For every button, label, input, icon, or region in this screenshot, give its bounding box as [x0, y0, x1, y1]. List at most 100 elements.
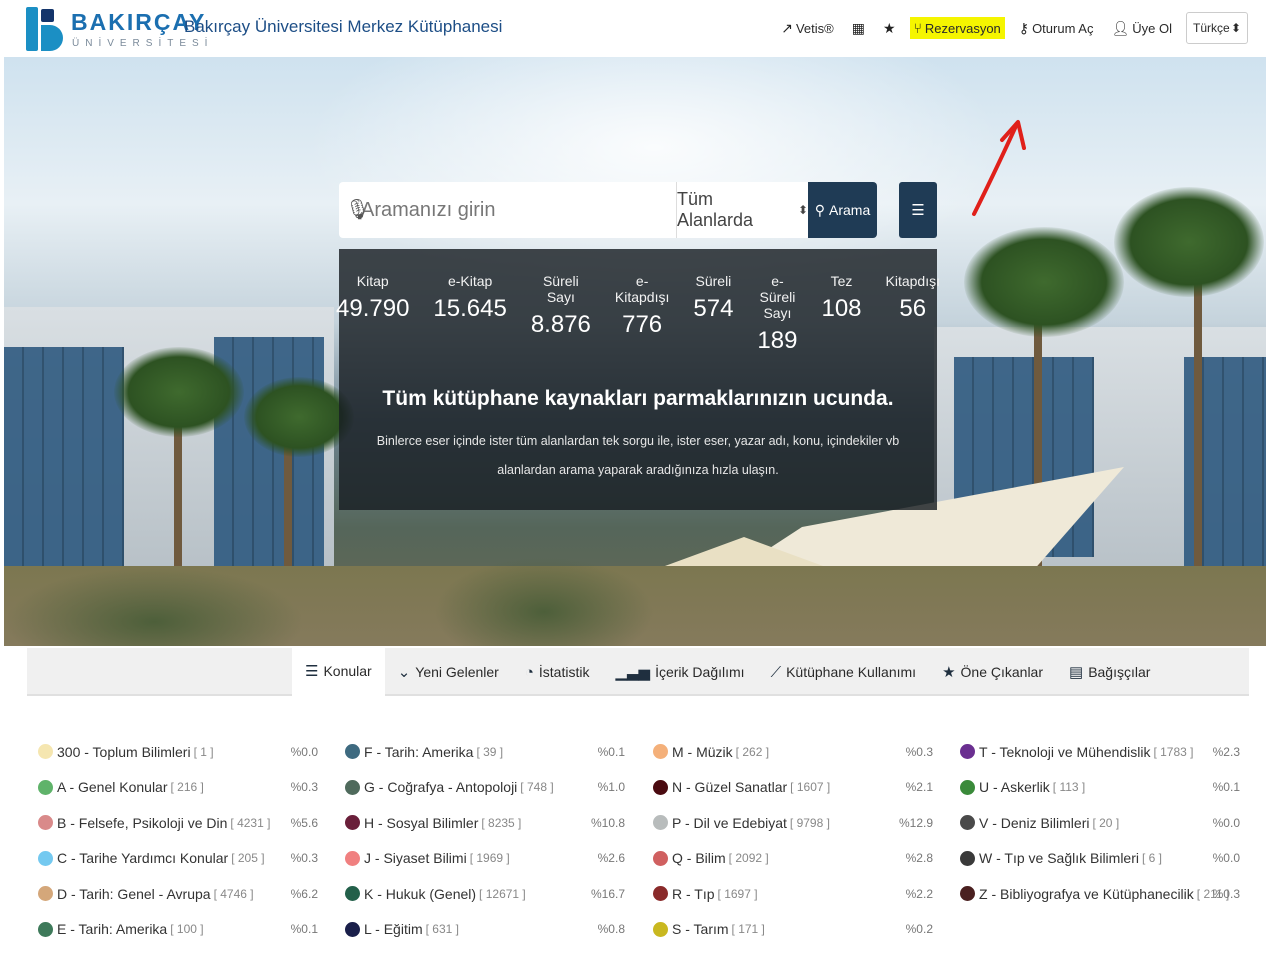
- stat-e-kitap[interactable]: e-Kitap 15.645: [421, 273, 518, 355]
- register-link[interactable]: 👤︎ Üye Ol: [1107, 17, 1176, 40]
- subject-color-dot: [345, 744, 360, 760]
- subject-percentage: %0.0: [290, 744, 318, 759]
- tab-label: Konular: [323, 663, 372, 679]
- red-arrow-annotation: [972, 120, 1026, 216]
- subject-label: Z - Bibliyografya ve Kütüphanecilik: [979, 885, 1194, 902]
- stat-value: 189: [757, 327, 798, 354]
- tab-bagiscilar[interactable]: ▤ Bağışçılar: [1056, 648, 1163, 696]
- library-title[interactable]: Bakırçay Üniversitesi Merkez Kütüphanesi: [184, 17, 502, 37]
- subject-color-dot: [960, 779, 975, 795]
- login-link[interactable]: ⚷ Oturum Aç: [1015, 17, 1098, 40]
- subject-item[interactable]: 300 - Toplum Bilimleri[ 1 ] %0.0: [38, 734, 318, 770]
- subject-label: K - Hukuk (Genel): [364, 885, 477, 902]
- list-icon: ☰: [305, 663, 319, 680]
- stat-value: 56: [899, 295, 927, 322]
- advanced-search-button[interactable]: ☰: [899, 182, 937, 238]
- subject-item[interactable]: F - Tarih: Amerika[ 39 ] %0.1: [345, 734, 625, 770]
- subject-percentage: %0.8: [597, 922, 625, 937]
- subject-percentage: %0.3: [290, 780, 318, 795]
- stat-value: 49.790: [336, 295, 410, 322]
- stat-label: e-Süreli Sayı: [759, 273, 796, 321]
- subjects-column: 300 - Toplum Bilimleri[ 1 ] %0.0 A - Genel…: [38, 734, 318, 947]
- subject-label: G - Coğrafya - Antopoloji: [364, 779, 518, 796]
- subject-item[interactable]: U - Askerlik[ 113 ] %0.1: [960, 770, 1240, 806]
- subject-count: [ 1783 ]: [1153, 744, 1194, 759]
- subject-color-dot: [345, 815, 360, 831]
- search-button[interactable]: ⚲ Arama: [808, 182, 877, 238]
- vetis-label: Vetis®: [795, 20, 834, 36]
- subject-item[interactable]: K - Hukuk (Genel)[ 12671 ] %16.7: [345, 876, 625, 912]
- stat-sureli[interactable]: Süreli 574: [681, 273, 745, 355]
- stat-tez[interactable]: Tez 108: [809, 273, 873, 355]
- tab-istatistik[interactable]: ◔ İstatistik: [512, 648, 603, 696]
- subject-item[interactable]: E - Tarih: Amerika[ 100 ] %0.1: [38, 912, 318, 948]
- rezervasyon-link[interactable]: ⑂ Rezervasyon: [909, 17, 1005, 39]
- stat-e-kitapdisi[interactable]: e-Kitapdışı 776: [603, 273, 681, 355]
- search-input[interactable]: [339, 183, 673, 237]
- subject-item[interactable]: Z - Bibliyografya ve Kütüphanecilik[ 211…: [960, 876, 1240, 912]
- subject-color-dot: [38, 744, 53, 760]
- stat-label: Kitap: [356, 273, 389, 289]
- favorites-button[interactable]: ★: [879, 17, 900, 40]
- search-scope-select[interactable]: Tüm Alanlarda ⬍: [676, 182, 808, 238]
- subject-item[interactable]: Q - Bilim[ 2092 ] %2.8: [653, 841, 933, 877]
- subjects-column: F - Tarih: Amerika[ 39 ] %0.1 G - Coğrafya…: [345, 734, 625, 947]
- subject-percentage: %0.0: [1212, 851, 1240, 866]
- login-label: Oturum Aç: [1032, 20, 1094, 36]
- subject-color-dot: [345, 779, 360, 795]
- top-navbar: BAKIRÇAY ÜNİVERSİTESİ Bakırçay Üniversit…: [0, 0, 1266, 57]
- stat-kitapdisi[interactable]: Kitapdışı 56: [874, 273, 952, 355]
- tab-label: Kütüphane Kullanımı: [786, 664, 917, 680]
- subject-color-dot: [38, 815, 53, 831]
- language-select[interactable]: Türkçe ⬍: [1186, 12, 1248, 44]
- subject-item[interactable]: M - Müzik[ 262 ] %0.3: [653, 734, 933, 770]
- stat-e-sureli-sayi[interactable]: e-Süreli Sayı 189: [745, 273, 809, 355]
- subject-item[interactable]: A - Genel Konular[ 216 ] %0.3: [38, 770, 318, 806]
- subject-item[interactable]: D - Tarih: Genel - Avrupa[ 4746 ] %6.2: [38, 876, 318, 912]
- vetis-link[interactable]: ↗ Vetis®: [777, 17, 838, 40]
- subject-color-dot: [960, 886, 975, 902]
- university-logo[interactable]: [26, 7, 64, 51]
- tab-kutuphane-kullanimi[interactable]: ⟋ Kütüphane Kullanımı: [758, 648, 930, 696]
- subject-item[interactable]: C - Tarihe Yardımcı Konular[ 205 ] %0.3: [38, 841, 318, 877]
- subject-color-dot: [653, 921, 668, 937]
- subject-item[interactable]: J - Siyaset Bilimi[ 1969 ] %2.6: [345, 841, 625, 877]
- stat-kitap[interactable]: Kitap 49.790: [324, 273, 421, 355]
- subject-item[interactable]: P - Dil ve Edebiyat[ 9798 ] %12.9: [653, 805, 933, 841]
- stats-panel: Kitap 49.790 e-Kitap 15.645 Süreli Sayı 8.8…: [336, 249, 940, 510]
- subject-percentage: %12.9: [898, 815, 933, 830]
- subject-label: B - Felsefe, Psikoloji ve Din: [57, 814, 228, 831]
- subject-percentage: %0.1: [290, 922, 318, 937]
- tab-icerik-dagilimi[interactable]: ▁▃▅ İçerik Dağılımı: [602, 648, 757, 696]
- subject-color-dot: [38, 921, 53, 937]
- top-nav-menu: ↗ Vetis® ▦ ★ ⑂ Rezervasyon ⚷ Oturum Aç 👤…: [777, 12, 1248, 44]
- subject-count: [ 262 ]: [735, 744, 770, 759]
- subject-label: R - Tıp: [672, 885, 715, 902]
- microphone-icon[interactable]: 🎙︎: [345, 197, 370, 222]
- register-label: Üye Ol: [1132, 20, 1172, 36]
- subject-item[interactable]: V - Deniz Bilimleri[ 20 ] %0.0: [960, 805, 1240, 841]
- subject-count: [ 39 ]: [476, 744, 504, 759]
- subject-item[interactable]: N - Güzel Sanatlar[ 1607 ] %2.1: [653, 770, 933, 806]
- subject-item[interactable]: B - Felsefe, Psikoloji ve Din[ 4231 ] %5.…: [38, 805, 318, 841]
- subject-item[interactable]: W - Tıp ve Sağlık Bilimleri[ 6 ] %0.0: [960, 841, 1240, 877]
- tab-one-cikanlar[interactable]: ★ Öne Çıkanlar: [929, 648, 1056, 696]
- subject-item[interactable]: R - Tıp[ 1697 ] %2.2: [653, 876, 933, 912]
- search-button-label: Arama: [829, 202, 871, 218]
- tab-yeni-gelenler[interactable]: ⌄ Yeni Gelenler: [385, 648, 512, 696]
- subject-label: J - Siyaset Bilimi: [364, 850, 467, 867]
- subject-item[interactable]: T - Teknoloji ve Mühendislik[ 1783 ] %2.3: [960, 734, 1240, 770]
- subject-item[interactable]: L - Eğitim[ 631 ] %0.8: [345, 912, 625, 948]
- tab-konular[interactable]: ☰ Konular: [292, 648, 385, 696]
- subject-color-dot: [960, 744, 975, 760]
- subject-count: [ 2092 ]: [728, 851, 769, 866]
- subject-percentage: %2.1: [905, 780, 933, 795]
- subject-item[interactable]: S - Tarım[ 171 ] %0.2: [653, 912, 933, 948]
- calendar-button[interactable]: ▦: [848, 17, 869, 40]
- stat-value: 15.645: [433, 295, 507, 322]
- stat-sureli-sayi[interactable]: Süreli Sayı 8.876: [519, 273, 603, 355]
- subject-item[interactable]: H - Sosyal Bilimler[ 8235 ] %10.8: [345, 805, 625, 841]
- subject-item[interactable]: G - Coğrafya - Antopoloji[ 748 ] %1.0: [345, 770, 625, 806]
- subject-percentage: %2.2: [905, 886, 933, 901]
- subject-count: [ 100 ]: [170, 922, 204, 937]
